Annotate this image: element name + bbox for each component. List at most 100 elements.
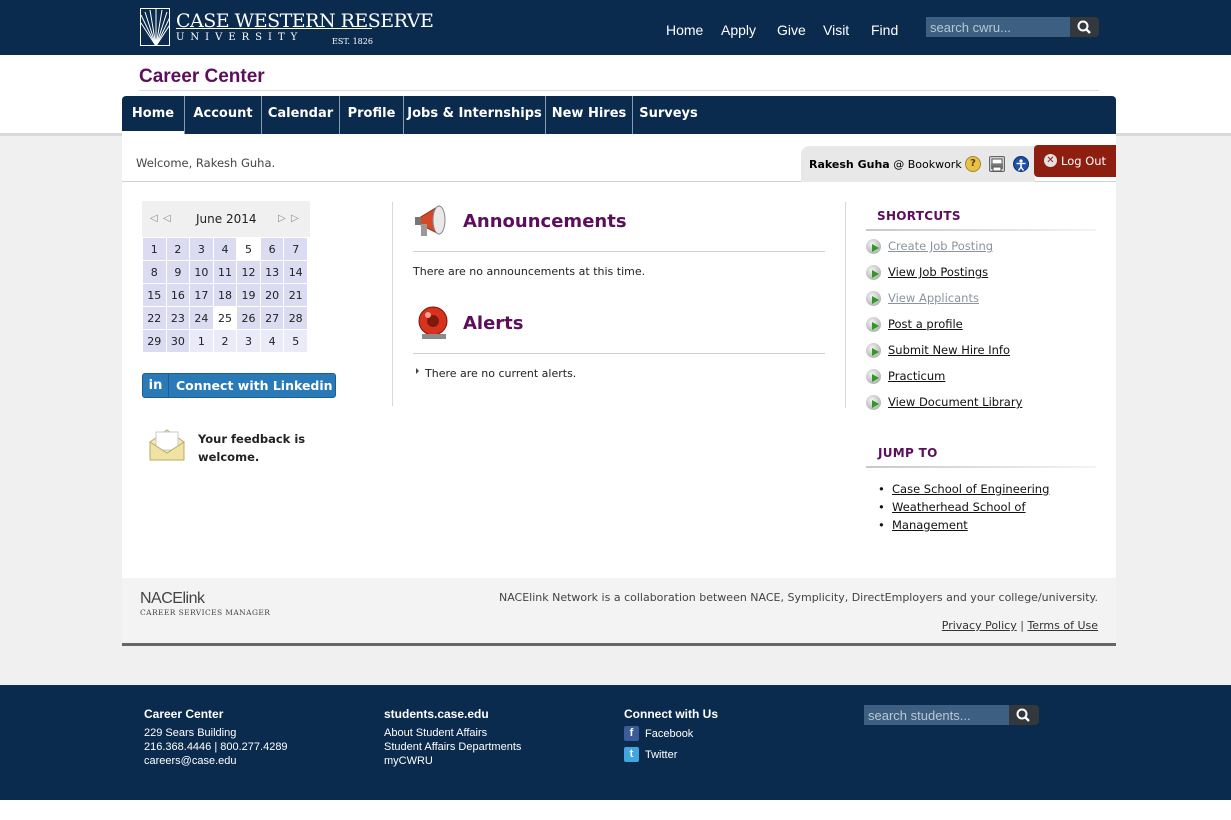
arrow-right-icon xyxy=(866,317,881,332)
calendar-day[interactable]: 22 xyxy=(142,306,167,330)
top-search-button[interactable] xyxy=(1070,17,1099,37)
calendar-day[interactable]: 12 xyxy=(236,260,261,284)
print-icon[interactable] xyxy=(989,156,1005,172)
calendar-day[interactable]: 29 xyxy=(142,329,167,353)
top-nav-home[interactable]: Home xyxy=(666,22,703,38)
feedback-label: Your feedback is welcome. xyxy=(198,430,305,466)
university-logo[interactable]: CASE WESTERN RESERVE UNIVERSITY EST. 182… xyxy=(140,8,434,50)
calendar-day[interactable]: 7 xyxy=(283,237,308,261)
calendar-day[interactable]: 25 xyxy=(212,306,238,330)
twitter-label: Twitter xyxy=(645,749,678,761)
alerts-title: Alerts xyxy=(463,313,524,334)
next-month-icon[interactable]: ▷ xyxy=(278,213,286,224)
calendar-day[interactable]: 5 xyxy=(283,329,308,353)
accessibility-icon[interactable] xyxy=(1013,156,1029,172)
calendar-day[interactable]: 1 xyxy=(189,329,214,353)
arrow-right-icon xyxy=(866,395,881,410)
footer-address: 229 Sears Building xyxy=(144,727,237,739)
megaphone-icon xyxy=(413,202,453,242)
nacelink-logo-subtext: CAREER SERVICES MANAGER xyxy=(140,608,271,617)
calendar-day[interactable]: 27 xyxy=(259,306,285,330)
calendar-day[interactable]: 1 xyxy=(142,237,167,261)
top-search-input[interactable] xyxy=(926,17,1070,37)
students-search-button[interactable] xyxy=(1009,705,1039,725)
arrow-right-icon xyxy=(866,369,881,384)
tab-account[interactable]: Account xyxy=(185,96,262,134)
tab-jobs-internships[interactable]: Jobs & Internships xyxy=(404,96,546,134)
logout-label: Log Out xyxy=(1061,154,1107,168)
students-search xyxy=(864,705,1039,725)
feedback-line2: welcome. xyxy=(198,450,260,464)
calendar-day[interactable]: 10 xyxy=(189,260,214,284)
shortcuts-heading: SHORTCUTS xyxy=(877,209,961,223)
tab-home[interactable]: Home xyxy=(122,96,185,134)
next-year-icon[interactable]: ▷ xyxy=(291,213,299,224)
calendar-day[interactable]: 15 xyxy=(142,283,167,307)
logout-button[interactable]: ✕ Log Out xyxy=(1034,145,1116,177)
tab-new-hires[interactable]: New Hires xyxy=(546,96,633,134)
prev-year-icon[interactable]: ◁ xyxy=(150,213,158,224)
connect-linkedin-button[interactable]: in Connect with Linkedin xyxy=(142,373,336,398)
calendar-day[interactable]: 3 xyxy=(236,329,261,353)
calendar-day[interactable]: 11 xyxy=(212,260,238,284)
calendar-day[interactable]: 14 xyxy=(283,260,308,284)
students-search-input[interactable] xyxy=(864,705,1009,725)
facebook-icon: f xyxy=(624,726,639,741)
terms-of-use-link[interactable]: Terms of Use xyxy=(1027,619,1098,632)
calendar-day[interactable]: 18 xyxy=(212,283,238,307)
footer-heading[interactable]: students.case.edu xyxy=(384,707,521,721)
jump-link-case-engineering[interactable]: Case School of Engineering xyxy=(878,480,1049,498)
calendar-day[interactable]: 8 xyxy=(142,260,167,284)
twitter-link[interactable]: t Twitter xyxy=(624,747,718,768)
calendar-day[interactable]: 19 xyxy=(236,283,261,307)
top-nav-find[interactable]: Find xyxy=(871,22,898,38)
footer-link[interactable]: Student Affairs Departments xyxy=(384,740,521,754)
calendar-day[interactable]: 21 xyxy=(283,283,308,307)
footer-email-link[interactable]: careers@case.edu xyxy=(144,754,288,768)
search-icon xyxy=(1016,708,1030,722)
calendar-day[interactable]: 3 xyxy=(189,237,214,261)
calendar-day[interactable]: 28 xyxy=(283,306,308,330)
jump-link-weatherhead[interactable]: Weatherhead School of xyxy=(878,498,1049,516)
help-icon[interactable]: ? xyxy=(965,156,981,172)
jump-link-weatherhead-cont[interactable]: Management xyxy=(878,516,1049,534)
tab-profile[interactable]: Profile xyxy=(340,96,404,134)
calendar-day[interactable]: 24 xyxy=(189,306,214,330)
welcome-text: Welcome, Rakesh Guha. xyxy=(136,156,276,170)
top-nav-visit[interactable]: Visit xyxy=(823,22,849,38)
footer-link[interactable]: About Student Affairs xyxy=(384,726,521,740)
calendar-day[interactable]: 2 xyxy=(212,329,238,353)
arrow-right-icon xyxy=(866,291,881,306)
calendar-day[interactable]: 4 xyxy=(259,329,285,353)
search-icon xyxy=(1077,20,1091,34)
top-nav-give[interactable]: Give xyxy=(777,22,806,38)
calendar-day[interactable]: 30 xyxy=(165,329,191,353)
calendar-day[interactable]: 4 xyxy=(212,237,238,261)
tab-calendar[interactable]: Calendar xyxy=(262,96,340,134)
calendar-day[interactable]: 2 xyxy=(165,237,191,261)
nacelink-logo-text: NACElink xyxy=(140,590,205,607)
calendar-day-today[interactable]: 5 xyxy=(236,237,261,261)
calendar-day[interactable]: 13 xyxy=(259,260,285,284)
close-icon: ✕ xyxy=(1044,154,1057,167)
calendar-day[interactable]: 9 xyxy=(165,260,191,284)
calendar-day[interactable]: 6 xyxy=(259,237,285,261)
alerts-text: There are no current alerts. xyxy=(425,367,577,380)
privacy-policy-link[interactable]: Privacy Policy xyxy=(942,619,1017,632)
footer-link[interactable]: myCWRU xyxy=(384,754,521,768)
prev-month-icon[interactable]: ◁ xyxy=(163,213,171,224)
logo-mark-icon xyxy=(140,8,170,46)
calendar-day[interactable]: 16 xyxy=(165,283,191,307)
footer-col-career-center: Career Center 229 Sears Building 216.368… xyxy=(144,707,288,768)
calendar-day[interactable]: 26 xyxy=(236,306,261,330)
linkedin-icon: in xyxy=(143,374,169,397)
nacelink-logo[interactable]: NACElink CAREER SERVICES MANAGER xyxy=(140,590,270,617)
calendar-day[interactable]: 20 xyxy=(259,283,285,307)
top-nav-apply[interactable]: Apply xyxy=(721,22,756,38)
facebook-link[interactable]: f Facebook xyxy=(624,726,718,747)
calendar-day[interactable]: 17 xyxy=(189,283,214,307)
tab-surveys[interactable]: Surveys xyxy=(633,96,704,134)
feedback-link[interactable]: Your feedback is welcome. xyxy=(148,424,328,468)
shortcut-label: View Applicants xyxy=(888,291,979,305)
calendar-day[interactable]: 23 xyxy=(165,306,191,330)
